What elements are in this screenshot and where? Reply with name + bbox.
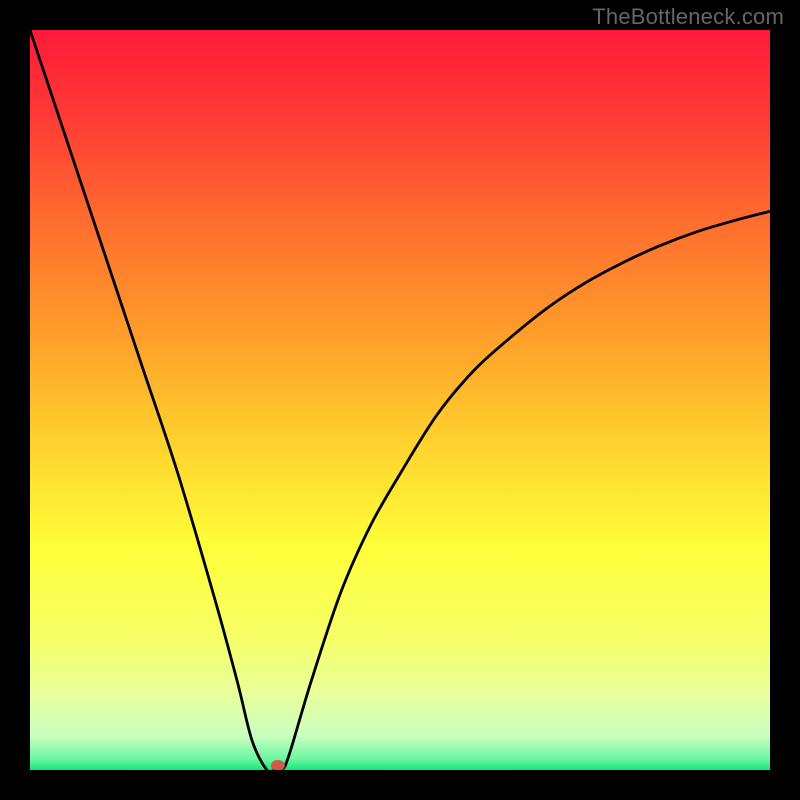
- plot-area: [30, 30, 770, 770]
- gradient-background: [30, 30, 770, 770]
- chart-frame: TheBottleneck.com: [0, 0, 800, 800]
- chart-svg: [30, 30, 770, 770]
- watermark-text: TheBottleneck.com: [592, 4, 784, 30]
